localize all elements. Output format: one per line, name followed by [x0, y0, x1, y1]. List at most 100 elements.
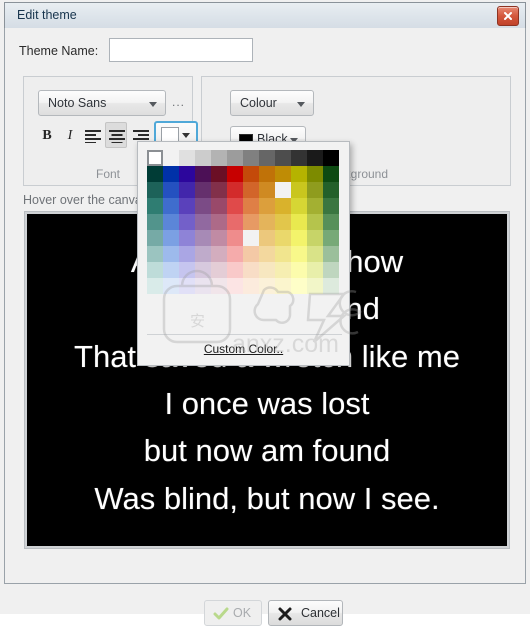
- color-swatch[interactable]: [163, 246, 179, 262]
- color-swatch[interactable]: [291, 246, 307, 262]
- color-swatch[interactable]: [323, 150, 339, 166]
- color-swatch[interactable]: [195, 182, 211, 198]
- color-picker-popup[interactable]: Custom Color..: [137, 141, 350, 366]
- color-swatch[interactable]: [195, 278, 211, 294]
- color-swatch[interactable]: [275, 198, 291, 214]
- color-swatch[interactable]: [291, 278, 307, 294]
- color-swatch[interactable]: [307, 198, 323, 214]
- color-swatch[interactable]: [179, 262, 195, 278]
- color-swatch[interactable]: [307, 166, 323, 182]
- color-swatch[interactable]: [195, 198, 211, 214]
- color-swatch[interactable]: [179, 214, 195, 230]
- color-swatch[interactable]: [211, 278, 227, 294]
- color-swatch[interactable]: [275, 166, 291, 182]
- align-left-button[interactable]: [81, 122, 103, 148]
- color-swatch[interactable]: [291, 262, 307, 278]
- color-swatch[interactable]: [195, 262, 211, 278]
- color-swatch[interactable]: [195, 246, 211, 262]
- color-swatch[interactable]: [323, 246, 339, 262]
- color-swatch[interactable]: [259, 150, 275, 166]
- color-swatch[interactable]: [147, 214, 163, 230]
- ok-button[interactable]: OK: [204, 600, 262, 626]
- color-swatch[interactable]: [259, 214, 275, 230]
- color-swatch[interactable]: [179, 278, 195, 294]
- color-swatch[interactable]: [275, 230, 291, 246]
- color-swatch[interactable]: [227, 278, 243, 294]
- font-family-combo[interactable]: Noto Sans: [38, 90, 166, 116]
- color-swatch[interactable]: [243, 198, 259, 214]
- color-swatch[interactable]: [147, 150, 163, 166]
- color-swatch[interactable]: [211, 246, 227, 262]
- color-swatch[interactable]: [275, 150, 291, 166]
- color-swatch[interactable]: [195, 214, 211, 230]
- cancel-button[interactable]: Cancel: [268, 600, 343, 626]
- color-swatch[interactable]: [147, 246, 163, 262]
- color-swatch[interactable]: [243, 182, 259, 198]
- color-swatch[interactable]: [243, 262, 259, 278]
- color-swatch[interactable]: [291, 230, 307, 246]
- color-swatch[interactable]: [195, 230, 211, 246]
- color-swatch[interactable]: [275, 214, 291, 230]
- color-swatch[interactable]: [179, 246, 195, 262]
- color-swatch[interactable]: [163, 278, 179, 294]
- color-swatch[interactable]: [179, 198, 195, 214]
- color-swatch[interactable]: [323, 214, 339, 230]
- color-swatch[interactable]: [307, 262, 323, 278]
- color-swatch[interactable]: [179, 230, 195, 246]
- color-swatch[interactable]: [211, 182, 227, 198]
- color-swatch[interactable]: [291, 182, 307, 198]
- color-swatch[interactable]: [147, 230, 163, 246]
- color-swatch[interactable]: [147, 166, 163, 182]
- color-swatch[interactable]: [163, 182, 179, 198]
- color-swatch[interactable]: [291, 198, 307, 214]
- color-swatch[interactable]: [243, 214, 259, 230]
- color-swatch[interactable]: [275, 246, 291, 262]
- color-swatch[interactable]: [323, 262, 339, 278]
- color-swatch[interactable]: [323, 278, 339, 294]
- color-swatch[interactable]: [227, 182, 243, 198]
- color-swatch[interactable]: [195, 150, 211, 166]
- color-swatch[interactable]: [163, 150, 179, 166]
- color-swatch[interactable]: [243, 150, 259, 166]
- color-swatch[interactable]: [163, 262, 179, 278]
- color-swatch[interactable]: [275, 182, 291, 198]
- color-swatch[interactable]: [291, 166, 307, 182]
- color-swatch[interactable]: [163, 214, 179, 230]
- color-swatch[interactable]: [179, 166, 195, 182]
- color-swatch[interactable]: [243, 166, 259, 182]
- close-icon[interactable]: [497, 6, 519, 26]
- custom-color-link[interactable]: Custom Color..: [138, 342, 349, 356]
- color-swatch[interactable]: [179, 150, 195, 166]
- color-swatch[interactable]: [307, 214, 323, 230]
- color-swatch[interactable]: [163, 198, 179, 214]
- color-swatch[interactable]: [243, 230, 259, 246]
- color-swatch[interactable]: [163, 230, 179, 246]
- color-swatch[interactable]: [211, 150, 227, 166]
- color-swatch[interactable]: [227, 166, 243, 182]
- color-swatch[interactable]: [147, 262, 163, 278]
- color-swatch[interactable]: [147, 198, 163, 214]
- color-swatch[interactable]: [211, 230, 227, 246]
- color-swatch[interactable]: [227, 230, 243, 246]
- color-swatch[interactable]: [275, 262, 291, 278]
- color-swatch[interactable]: [323, 198, 339, 214]
- color-swatch[interactable]: [259, 246, 275, 262]
- color-swatch-grid[interactable]: [147, 150, 339, 294]
- color-swatch[interactable]: [291, 150, 307, 166]
- color-swatch[interactable]: [163, 166, 179, 182]
- color-swatch[interactable]: [291, 214, 307, 230]
- color-swatch[interactable]: [259, 278, 275, 294]
- color-swatch[interactable]: [323, 166, 339, 182]
- color-swatch[interactable]: [227, 214, 243, 230]
- color-swatch[interactable]: [227, 262, 243, 278]
- color-swatch[interactable]: [211, 198, 227, 214]
- color-swatch[interactable]: [323, 182, 339, 198]
- color-swatch[interactable]: [179, 182, 195, 198]
- italic-button[interactable]: I: [59, 122, 81, 148]
- color-swatch[interactable]: [227, 150, 243, 166]
- align-center-button[interactable]: [105, 122, 127, 148]
- color-swatch[interactable]: [259, 230, 275, 246]
- color-swatch[interactable]: [147, 278, 163, 294]
- color-swatch[interactable]: [211, 214, 227, 230]
- color-swatch[interactable]: [275, 278, 291, 294]
